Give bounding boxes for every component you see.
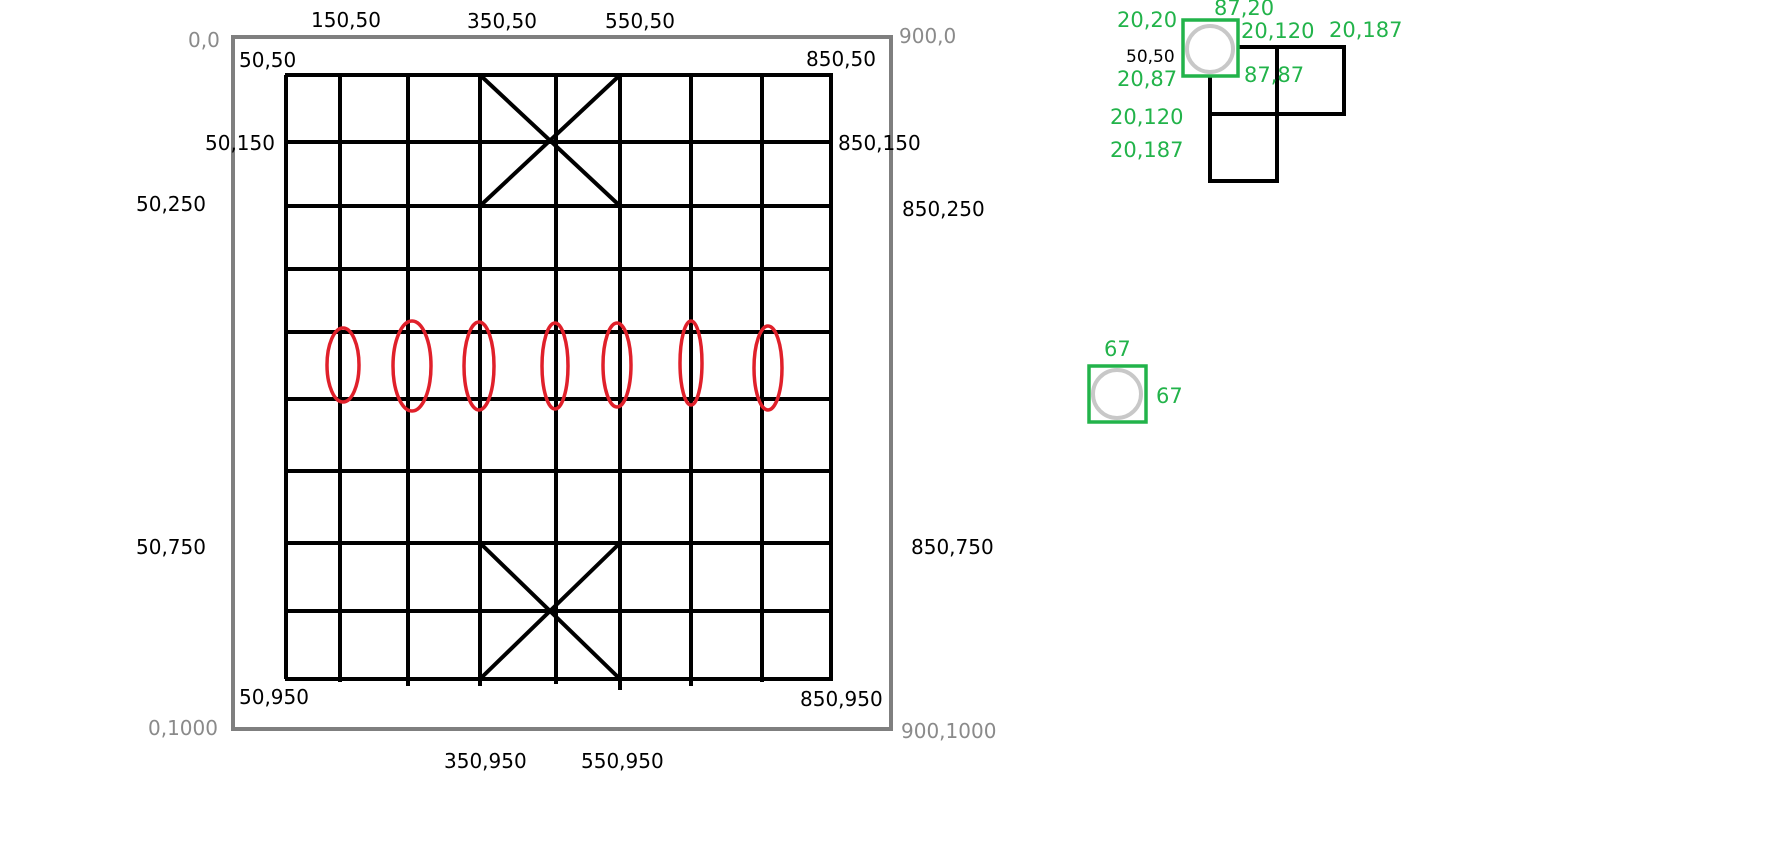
- grid-label-top-350: 350,50: [467, 9, 537, 33]
- detail-label-87-20: 87,20: [1214, 0, 1274, 20]
- river-marker: [601, 321, 633, 409]
- grid-label-top-left: 50,50: [239, 48, 296, 72]
- detail-label-87-87: 87,87: [1244, 63, 1304, 87]
- grid-label-left-150: 50,150: [205, 131, 275, 155]
- detail-label-20-187-top: 20,187: [1329, 18, 1402, 42]
- board-diagram-canvas: 0,0 900,0 0,1000 900,1000 50,50 850,50 5…: [136, 0, 1402, 773]
- grid-label-bottom-350: 350,950: [444, 749, 527, 773]
- piece-detail-diagram: 20,20 87,20 20,120 20,187 50,50 20,87 87…: [1110, 0, 1402, 183]
- piece-size-circle: [1091, 368, 1143, 420]
- grid-label-right-250: 850,250: [902, 197, 985, 221]
- detail-label-20-187-left: 20,187: [1110, 138, 1183, 162]
- grid-label-top-150: 150,50: [311, 8, 381, 32]
- detail-label-20-20: 20,20: [1117, 8, 1177, 32]
- detail-label-20-120-left: 20,120: [1110, 105, 1183, 129]
- detail-label-20-87: 20,87: [1117, 67, 1177, 91]
- board-grid: [284, 73, 833, 690]
- detail-label-20-120-top: 20,120: [1241, 19, 1314, 43]
- grid-label-left-250: 50,250: [136, 192, 206, 216]
- grid-label-right-150: 850,150: [838, 131, 921, 155]
- piece-width-label: 67: [1104, 337, 1131, 361]
- corner-label-bottom-left: 0,1000: [148, 716, 218, 740]
- piece-height-label: 67: [1156, 384, 1183, 408]
- piece-size-diagram: 67 67: [1087, 337, 1183, 424]
- grid-label-bottom-right: 850,950: [800, 687, 883, 711]
- piece-circle: [1185, 24, 1235, 74]
- grid-label-right-750: 850,750: [911, 535, 994, 559]
- grid-label-left-750: 50,750: [136, 535, 206, 559]
- grid-label-bottom-550: 550,950: [581, 749, 664, 773]
- detail-label-50-50: 50,50: [1126, 47, 1175, 67]
- grid-label-top-right: 850,50: [806, 47, 876, 71]
- corner-label-top-left: 0,0: [188, 28, 220, 52]
- grid-label-bottom-left: 50,950: [239, 685, 309, 709]
- grid-label-top-550: 550,50: [605, 9, 675, 33]
- corner-label-bottom-right: 900,1000: [901, 719, 996, 743]
- river-marker: [325, 326, 361, 404]
- corner-label-top-right: 900,0: [899, 24, 956, 48]
